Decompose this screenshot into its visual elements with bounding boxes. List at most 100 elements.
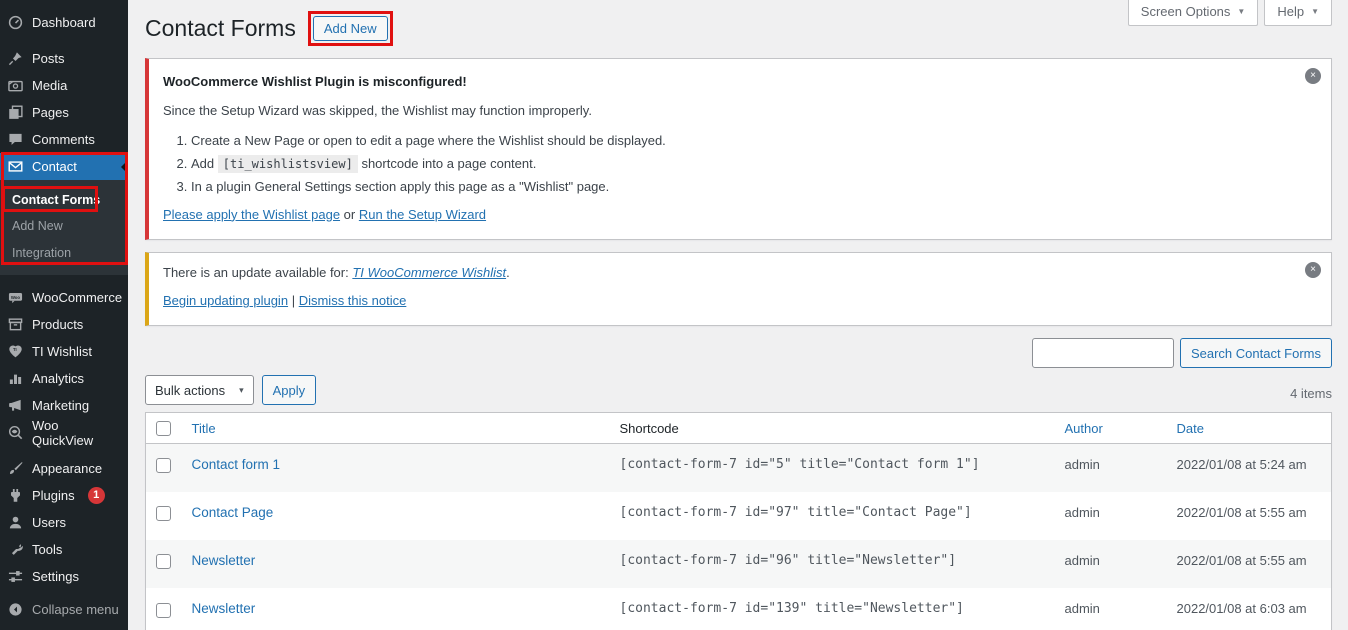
link-separator: | [292,293,295,308]
items-count: 4 items [1290,386,1332,405]
submenu-item-integration[interactable]: Integration [0,240,128,266]
screen-meta-tabs: Screen Options ▼ Help ▼ [1128,0,1332,26]
plug-icon [8,488,23,503]
row-checkbox[interactable] [156,554,171,569]
sidebar-item-plugins[interactable]: Plugins 1 [0,482,128,509]
sidebar-item-ti-wishlist[interactable]: TI TI Wishlist [0,338,128,365]
select-all-checkbox[interactable] [156,421,171,436]
row-checkbox[interactable] [156,603,171,618]
help-button[interactable]: Help ▼ [1264,0,1332,26]
sidebar-item-woo-quickview[interactable]: Woo QuickView [0,419,128,446]
column-header-author[interactable]: Author [1055,413,1167,444]
submenu-item-add-new[interactable]: Add New [0,213,128,239]
run-setup-wizard-link[interactable]: Run the Setup Wizard [359,207,486,222]
sidebar-item-media[interactable]: Media [0,72,128,99]
quickview-eye-icon [8,425,23,440]
sidebar-item-label: Tools [32,542,62,557]
row-shortcode: [contact-form-7 id="97" title="Contact P… [610,492,1055,540]
svg-text:Woo: Woo [11,295,21,300]
pages-icon [8,105,23,120]
sidebar-item-label: Collapse menu [32,602,119,617]
sidebar-item-label: Analytics [32,371,84,386]
dismiss-this-notice-link[interactable]: Dismiss this notice [299,293,407,308]
main-content: Screen Options ▼ Help ▼ Contact Forms Ad… [128,0,1348,630]
row-title-link[interactable]: Contact Page [192,505,274,520]
row-date: 2022/01/08 at 5:24 am [1167,444,1332,493]
apply-wishlist-page-link[interactable]: Please apply the Wishlist page [163,207,340,222]
apply-button[interactable]: Apply [262,375,317,405]
contact-forms-table: Title Shortcode Author Date Contact form… [145,412,1332,630]
row-title-link[interactable]: Newsletter [192,553,256,568]
page-title: Contact Forms [145,14,296,43]
sidebar-item-label: Comments [32,132,95,147]
ti-woocommerce-wishlist-link[interactable]: TI WooCommerce Wishlist [352,265,506,280]
sidebar-item-dashboard[interactable]: Dashboard [0,9,128,36]
sidebar-item-label: Products [32,317,83,332]
table-row: Newsletter [contact-form-7 id="139" titl… [146,588,1332,630]
sidebar-item-posts[interactable]: Posts [0,45,128,72]
sidebar-item-label: Contact [32,159,77,174]
row-shortcode: [contact-form-7 id="5" title="Contact fo… [610,444,1055,493]
contact-submenu: Contact Forms Add New Integration [0,180,128,275]
bulk-actions-label: Bulk actions [155,383,225,398]
table-row: Contact form 1 [contact-form-7 id="5" ti… [146,444,1332,493]
sidebar-item-label: Marketing [32,398,89,413]
sidebar-item-products[interactable]: Products [0,311,128,338]
row-checkbox[interactable] [156,506,171,521]
sidebar-item-analytics[interactable]: Analytics [0,365,128,392]
sidebar-item-appearance[interactable]: Appearance [0,455,128,482]
help-label: Help [1277,4,1304,19]
wrench-icon [8,542,23,557]
paintbrush-icon [8,461,23,476]
update-actions: Begin updating plugin | Dismiss this not… [163,292,1287,311]
tablenav-top: Bulk actions ▾ Apply 4 items [145,375,1332,405]
search-input[interactable] [1032,338,1174,368]
row-title-link[interactable]: Contact form 1 [192,457,281,472]
add-new-button[interactable]: Add New [313,16,388,41]
screen-options-button[interactable]: Screen Options ▼ [1128,0,1259,26]
row-checkbox[interactable] [156,458,171,473]
bulk-actions-select[interactable]: Bulk actions ▾ [145,375,254,405]
sidebar-item-marketing[interactable]: Marketing [0,392,128,419]
notice-step: Create a New Page or open to edit a page… [191,133,1287,148]
sidebar-item-label: Woo QuickView [32,418,120,448]
sidebar-item-label: Pages [32,105,69,120]
user-icon [8,515,23,530]
sidebar-item-users[interactable]: Users [0,509,128,536]
sidebar-item-label: Settings [32,569,79,584]
sidebar-item-contact[interactable]: Contact [0,153,128,180]
update-text-post: . [506,265,510,280]
sidebar-item-label: Dashboard [32,15,96,30]
dashboard-icon [8,15,23,30]
sidebar-item-comments[interactable]: Comments [0,126,128,153]
dismiss-notice-icon[interactable]: × [1305,68,1321,84]
search-box-row: Search Contact Forms [145,338,1332,368]
column-header-date[interactable]: Date [1167,413,1332,444]
table-row: Newsletter [contact-form-7 id="96" title… [146,540,1332,588]
sidebar-item-label: WooCommerce [32,290,122,305]
submenu-item-contact-forms[interactable]: Contact Forms [0,187,128,213]
admin-sidebar: Dashboard Posts Media Pages Comments [0,0,128,630]
row-date: 2022/01/08 at 5:55 am [1167,492,1332,540]
column-header-title[interactable]: Title [182,413,610,444]
collapse-menu-button[interactable]: Collapse menu [0,596,128,623]
search-contact-forms-button[interactable]: Search Contact Forms [1180,338,1332,368]
row-author: admin [1055,540,1167,588]
plugin-update-notice: There is an update available for: TI Woo… [145,252,1332,327]
bar-chart-icon [8,371,23,386]
dismiss-notice-icon[interactable]: × [1305,262,1321,278]
link-separator: or [344,207,356,222]
chevron-down-icon: ▾ [239,385,244,396]
sidebar-item-woocommerce[interactable]: Woo WooCommerce [0,284,128,311]
archive-box-icon [8,317,23,332]
notice-step: Add [ti_wishlistsview] shortcode into a … [191,156,1287,171]
row-author: admin [1055,588,1167,630]
sidebar-item-pages[interactable]: Pages [0,99,128,126]
row-shortcode: [contact-form-7 id="96" title="Newslette… [610,540,1055,588]
sidebar-item-tools[interactable]: Tools [0,536,128,563]
begin-updating-plugin-link[interactable]: Begin updating plugin [163,293,288,308]
row-title-link[interactable]: Newsletter [192,601,256,616]
sidebar-item-settings[interactable]: Settings [0,563,128,590]
annotation-add-new-box: Add New [308,11,393,46]
row-date: 2022/01/08 at 6:03 am [1167,588,1332,630]
